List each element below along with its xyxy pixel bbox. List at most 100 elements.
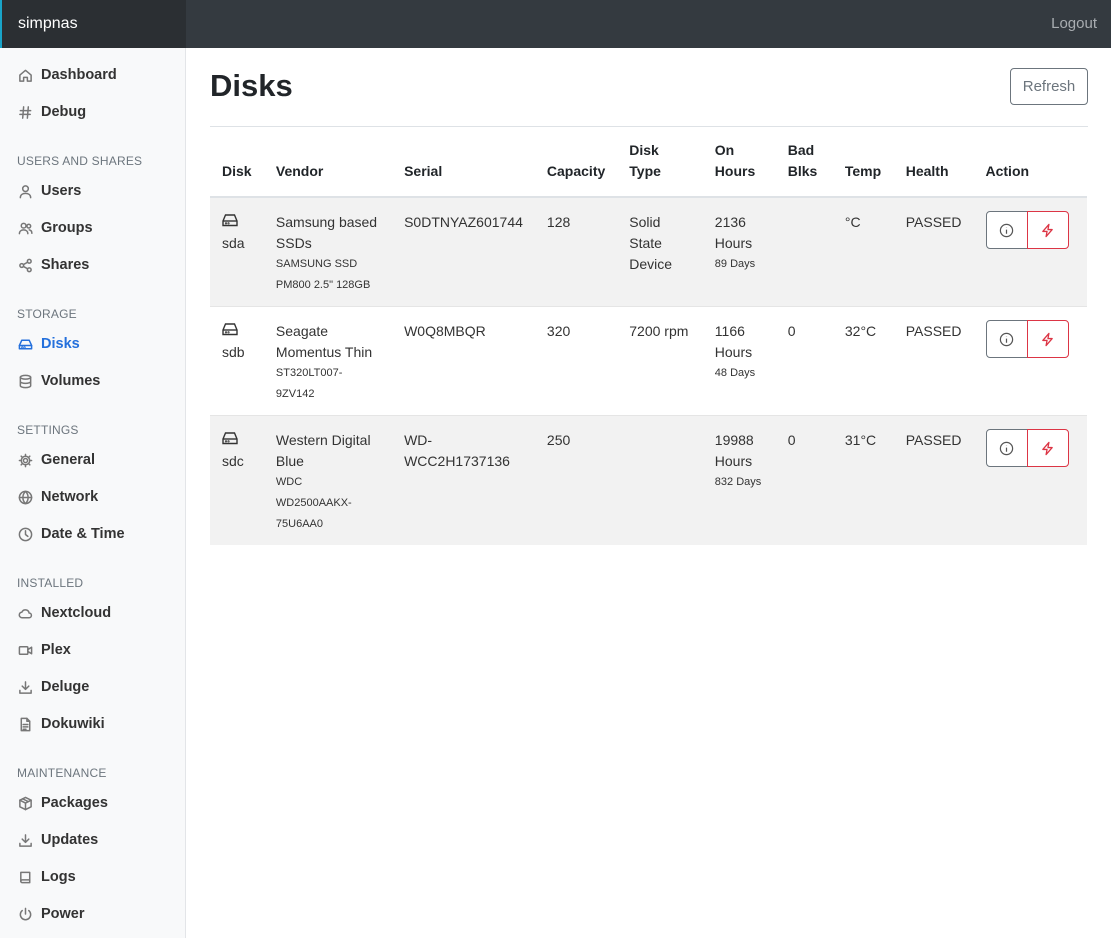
sidebar-item-shares[interactable]: Shares <box>0 250 185 280</box>
smart-test-button[interactable] <box>1026 320 1069 358</box>
cell-on-hours: 1166 Hours 48 Days <box>702 306 776 416</box>
disk-model: ST320LT007-9ZV142 <box>275 367 343 400</box>
section-title-maintenance: MAINTENANCE <box>17 766 107 780</box>
disk-model: WDC WD2500AAKX-75U6AA0 <box>275 476 352 530</box>
table-row: sda Samsung based SSDs SAMSUNG SSD PM800… <box>210 196 1087 307</box>
cell-disk: sdc <box>210 415 264 545</box>
hard-drive-icon <box>17 336 33 352</box>
cell-action <box>973 196 1087 307</box>
gear-icon <box>17 452 33 468</box>
cell-serial: S0DTNYAZ601744 <box>392 196 535 307</box>
sidebar-item-dokuwiki[interactable]: Dokuwiki <box>0 709 185 739</box>
section-title-users-and-shares: USERS AND SHARES <box>17 154 143 168</box>
cloud-icon <box>17 605 33 621</box>
cell-disk: sdb <box>210 306 264 416</box>
cell-vendor: Western Digital Blue WDC WD2500AAKX-75U6… <box>263 415 393 545</box>
header-capacity: Capacity <box>534 134 618 198</box>
sidebar-item-label: Updates <box>41 832 99 848</box>
sidebar-item-general[interactable]: General <box>0 445 185 475</box>
sidebar-item-label: Power <box>41 906 85 922</box>
header-bad-blocks-line1: Bad <box>787 142 815 158</box>
cell-health: PASSED <box>893 196 974 307</box>
vendor-name: Samsung based SSDs <box>275 214 378 251</box>
sidebar-item-label: Users <box>41 183 82 199</box>
cell-health: PASSED <box>893 415 974 545</box>
cell-vendor: Samsung based SSDs SAMSUNG SSD PM800 2.5… <box>263 196 393 307</box>
hard-drive-icon <box>222 321 252 342</box>
action-group <box>985 211 1076 249</box>
cell-capacity: 250 <box>534 415 618 545</box>
smart-test-button[interactable] <box>1026 211 1069 249</box>
download-icon <box>17 832 33 848</box>
sidebar: Dashboard Debug USERS AND SHARES Users G… <box>0 48 186 938</box>
sidebar-item-plex[interactable]: Plex <box>0 635 185 665</box>
cell-bad-blocks: 0 <box>775 306 833 416</box>
refresh-button[interactable]: Refresh <box>1010 68 1088 105</box>
hash-icon <box>17 104 33 120</box>
info-button[interactable] <box>985 211 1028 249</box>
info-button[interactable] <box>985 429 1028 467</box>
brand-logo[interactable]: simpnas <box>0 0 186 48</box>
header-vendor: Vendor <box>263 134 393 198</box>
on-days-value: 89 Days <box>714 258 756 270</box>
globe-icon <box>17 489 33 505</box>
lightning-icon <box>1042 441 1053 455</box>
sidebar-item-label: Packages <box>41 795 108 811</box>
sidebar-item-label: Debug <box>41 104 87 120</box>
on-days-value: 832 Days <box>714 476 762 488</box>
info-icon <box>999 223 1014 237</box>
sidebar-item-updates[interactable]: Updates <box>0 825 185 855</box>
cell-temp: 31°C <box>832 415 894 545</box>
header-serial: Serial <box>392 134 535 198</box>
video-icon <box>17 642 33 658</box>
sidebar-item-label: Dashboard <box>41 67 117 83</box>
users-icon <box>17 220 33 236</box>
vendor-name: Seagate Momentus Thin <box>275 323 373 360</box>
clock-icon <box>17 526 33 542</box>
sidebar-item-dashboard[interactable]: Dashboard <box>0 60 185 90</box>
on-days-value: 48 Days <box>714 367 756 379</box>
table-header-row: Disk Vendor Serial Capacity Disk Type On… <box>210 134 1087 198</box>
sidebar-item-packages[interactable]: Packages <box>0 788 185 818</box>
sidebar-item-disks[interactable]: Disks <box>0 329 185 359</box>
sidebar-item-label: Disks <box>41 336 80 352</box>
sidebar-item-label: Date & Time <box>41 526 125 542</box>
sidebar-item-label: Nextcloud <box>41 605 112 621</box>
sidebar-item-groups[interactable]: Groups <box>0 213 185 243</box>
cell-serial: WD-WCC2H1737136 <box>392 415 535 545</box>
sidebar-item-users[interactable]: Users <box>0 176 185 206</box>
disks-table: Disk Vendor Serial Capacity Disk Type On… <box>210 134 1087 545</box>
disk-name: sdb <box>222 344 245 360</box>
sidebar-item-nextcloud[interactable]: Nextcloud <box>0 598 185 628</box>
divider <box>210 126 1088 127</box>
smart-test-button[interactable] <box>1026 429 1069 467</box>
table-row: sdb Seagate Momentus Thin ST320LT007-9ZV… <box>210 306 1087 416</box>
on-hours-value: 19988 Hours <box>714 432 754 469</box>
sidebar-item-logs[interactable]: Logs <box>0 862 185 892</box>
cell-action <box>973 415 1087 545</box>
info-icon <box>999 441 1014 455</box>
sidebar-item-volumes[interactable]: Volumes <box>0 366 185 396</box>
cell-bad-blocks <box>775 196 833 307</box>
sidebar-item-network[interactable]: Network <box>0 482 185 512</box>
cell-temp: °C <box>832 196 894 307</box>
disk-model: SAMSUNG SSD PM800 2.5" 128GB <box>275 258 371 291</box>
info-button[interactable] <box>985 320 1028 358</box>
disk-name: sda <box>222 235 245 251</box>
on-hours-value: 1166 Hours <box>714 323 753 360</box>
section-title-installed: INSTALLED <box>17 576 84 590</box>
logout-link[interactable]: Logout <box>1051 0 1097 48</box>
sidebar-item-power[interactable]: Power <box>0 899 185 929</box>
cell-disk-type: 7200 rpm <box>617 306 703 416</box>
top-navbar: simpnas Logout <box>0 0 1111 48</box>
sidebar-item-debug[interactable]: Debug <box>0 97 185 127</box>
cell-health: PASSED <box>893 306 974 416</box>
cell-capacity: 320 <box>534 306 618 416</box>
cell-action <box>973 306 1087 416</box>
package-icon <box>17 795 33 811</box>
info-icon <box>999 332 1014 346</box>
share-icon <box>17 257 33 273</box>
sidebar-item-deluge[interactable]: Deluge <box>0 672 185 702</box>
header-bad-blocks-line2: Blks <box>787 163 818 179</box>
sidebar-item-date-time[interactable]: Date & Time <box>0 519 185 549</box>
